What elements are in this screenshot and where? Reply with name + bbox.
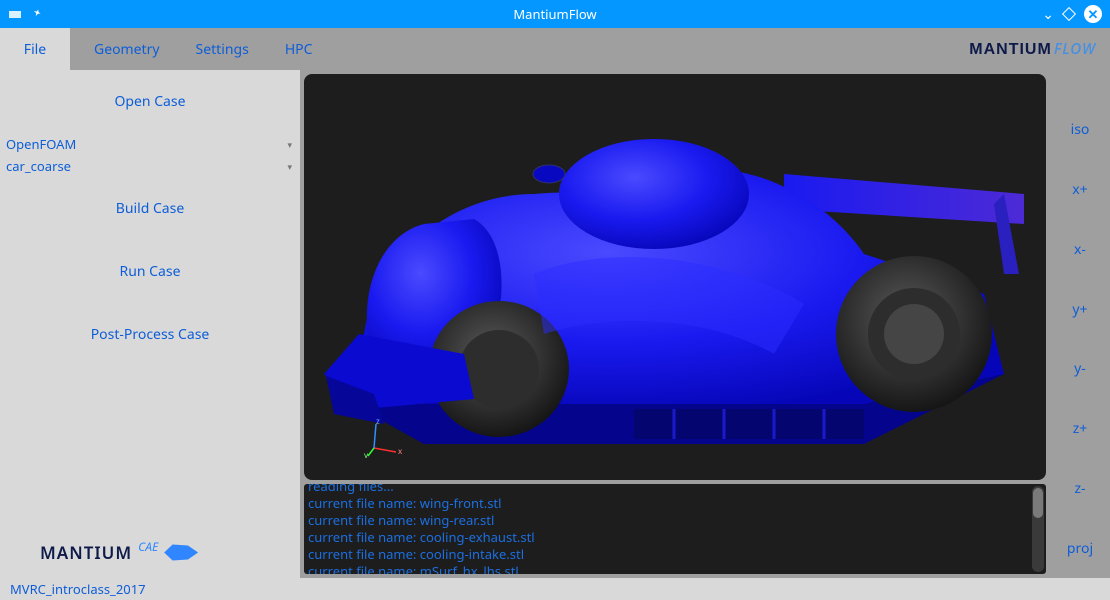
menu-settings[interactable]: Settings	[178, 40, 267, 59]
view-yminus-button[interactable]: y-	[1050, 339, 1110, 399]
open-case-button[interactable]: Open Case	[0, 70, 300, 133]
post-process-button[interactable]: Post-Process Case	[0, 303, 300, 366]
view-xminus-button[interactable]: x-	[1050, 220, 1110, 280]
status-text: MVRC_introclass_2017	[10, 580, 146, 598]
svg-text:x: x	[398, 446, 403, 457]
window-title: MantiumFlow	[0, 5, 1110, 23]
brand-name: MANTIUM	[969, 41, 1052, 59]
svg-text:y: y	[364, 450, 369, 458]
view-controls: iso x+ x- y+ y- z+ z- proj	[1050, 70, 1110, 578]
log-console[interactable]: reading files... current file name: wing…	[304, 484, 1046, 574]
fish-icon	[164, 543, 198, 563]
app-icon	[8, 7, 22, 21]
mesh-dropdown-value: car_coarse	[6, 157, 71, 175]
build-case-button[interactable]: Build Case	[0, 177, 300, 240]
view-xplus-button[interactable]: x+	[1050, 160, 1110, 220]
car-render	[304, 74, 1046, 474]
log-line: current file name: mSurf_hx_lhs.stl	[308, 563, 1042, 574]
run-case-button[interactable]: Run Case	[0, 240, 300, 303]
view-iso-button[interactable]: iso	[1050, 100, 1110, 160]
svg-text:z: z	[376, 418, 380, 427]
solver-dropdown[interactable]: OpenFOAM ▾	[0, 133, 300, 155]
brand-suffix: FLOW	[1054, 39, 1096, 59]
console-scrollbar[interactable]	[1032, 486, 1044, 572]
view-yplus-button[interactable]: y+	[1050, 279, 1110, 339]
solver-dropdown-value: OpenFOAM	[6, 135, 76, 153]
view-zplus-button[interactable]: z+	[1050, 399, 1110, 459]
menu-bar: File Geometry Settings HPC MANTIUMFLOW	[0, 28, 1110, 70]
view-proj-button[interactable]: proj	[1050, 518, 1110, 578]
scrollbar-thumb[interactable]	[1033, 488, 1043, 518]
brand-logo: MANTIUMFLOW	[969, 39, 1096, 59]
menu-hpc[interactable]: HPC	[267, 40, 331, 59]
view-zminus-button[interactable]: z-	[1050, 459, 1110, 519]
window-titlebar: MantiumFlow ⌄ ✕	[0, 0, 1110, 28]
status-bar: MVRC_introclass_2017	[0, 578, 1110, 600]
chevron-down-icon: ▾	[287, 160, 292, 173]
pin-icon[interactable]	[30, 7, 44, 21]
log-line: current file name: wing-rear.stl	[308, 512, 1042, 529]
mesh-dropdown[interactable]: car_coarse ▾	[0, 155, 300, 177]
log-line: current file name: cooling-intake.stl	[308, 546, 1042, 563]
3d-viewport[interactable]: x y z	[304, 74, 1046, 480]
log-line: current file name: wing-front.stl	[308, 495, 1042, 512]
menu-file[interactable]: File	[0, 28, 70, 70]
minimize-icon[interactable]: ⌄	[1042, 5, 1054, 24]
chevron-down-icon: ▾	[287, 138, 292, 151]
close-icon[interactable]: ✕	[1084, 5, 1102, 23]
axis-gizmo: x y z	[364, 418, 404, 458]
menu-geometry[interactable]: Geometry	[76, 40, 178, 59]
log-line: current file name: cooling-exhaust.stl	[308, 529, 1042, 546]
company-cae: CAE	[138, 538, 158, 555]
company-name: MANTIUM	[40, 541, 132, 564]
company-logo: MANTIUM CAE	[0, 531, 300, 578]
left-panel: Open Case OpenFOAM ▾ car_coarse ▾ Build …	[0, 70, 300, 578]
maximize-icon[interactable]	[1062, 7, 1076, 21]
